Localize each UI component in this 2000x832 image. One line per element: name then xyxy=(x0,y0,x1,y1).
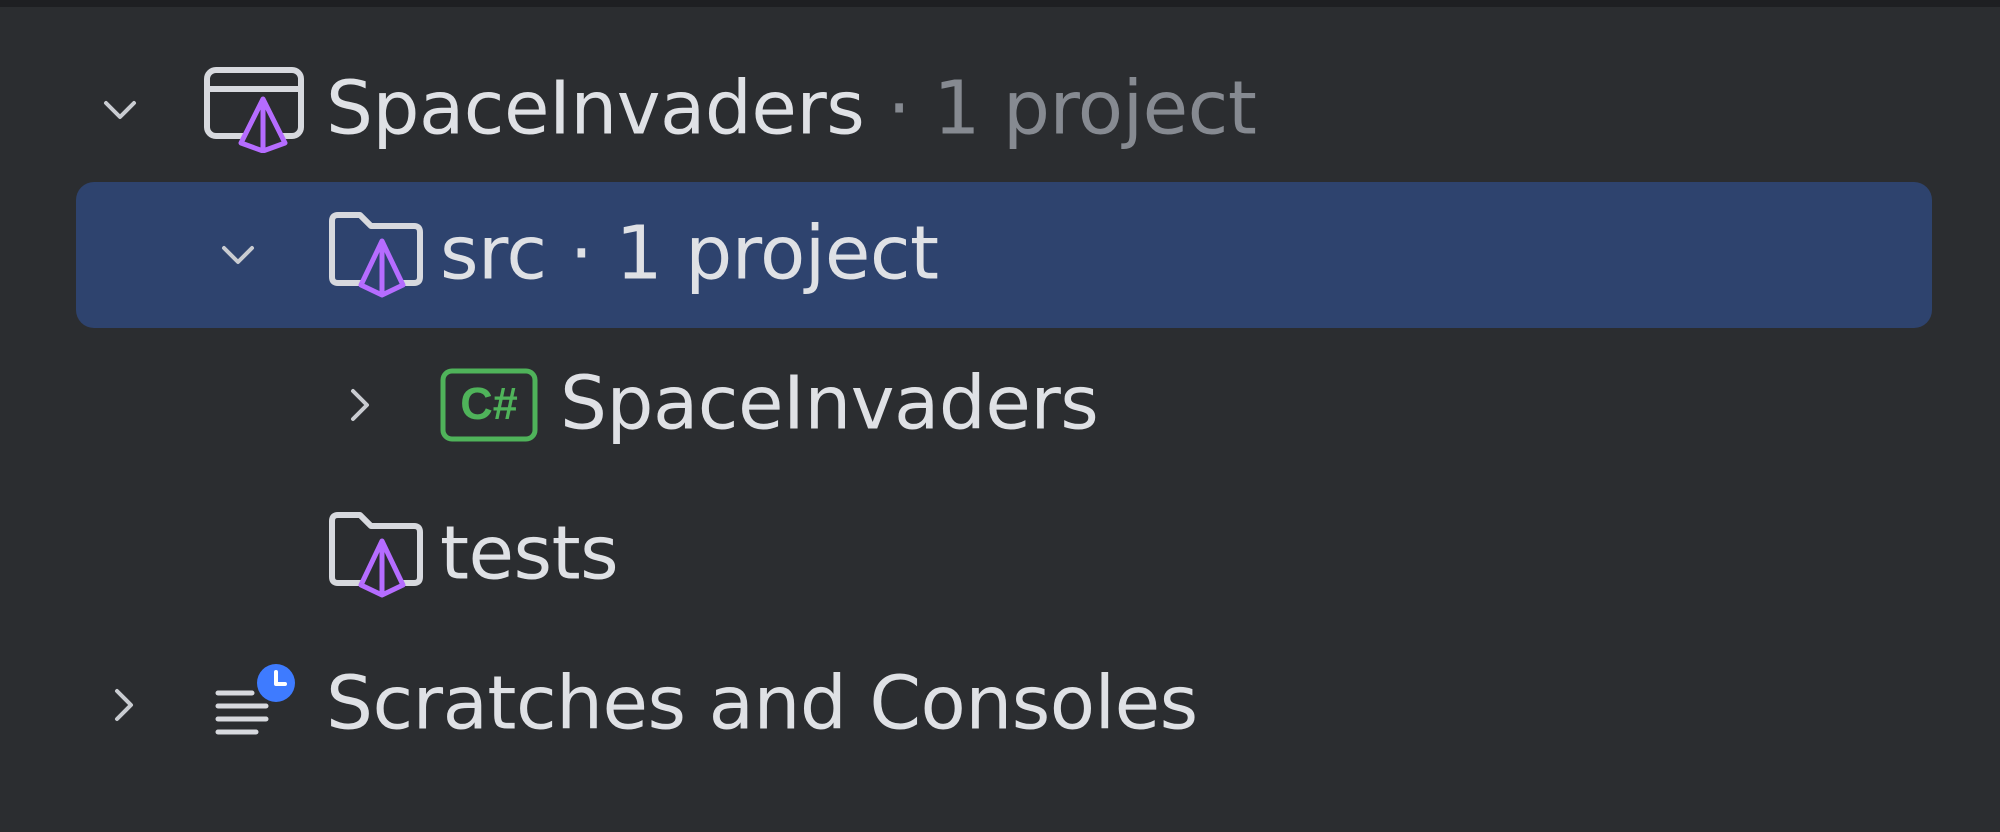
scratches-icon xyxy=(214,663,298,747)
project-tree: SpaceInvaders · 1 project src · 1 projec… xyxy=(0,0,2000,832)
tree-item-label: src · 1 project xyxy=(440,217,939,291)
project-count: · 1 project xyxy=(546,210,940,297)
solution-name: SpaceInvaders xyxy=(326,65,865,152)
tree-item-src-folder[interactable]: src · 1 project xyxy=(76,182,1932,328)
chevron-down-icon[interactable] xyxy=(98,88,142,132)
solution-folder-icon xyxy=(328,511,424,599)
csharp-project-icon: C# xyxy=(440,368,538,442)
project-name: SpaceInvaders xyxy=(560,360,1099,447)
tree-item-solution[interactable]: SpaceInvaders · 1 project xyxy=(76,37,1932,183)
chevron-right-icon[interactable] xyxy=(102,683,146,727)
solution-folder-icon xyxy=(328,211,424,299)
chevron-down-icon[interactable] xyxy=(216,233,260,277)
tree-item-tests-folder[interactable]: tests xyxy=(76,482,1932,628)
folder-name: src xyxy=(440,210,547,297)
chevron-right-icon[interactable] xyxy=(338,383,382,427)
project-count: · 1 project xyxy=(864,65,1257,152)
tree-item-label: tests xyxy=(440,517,619,591)
tree-item-label: SpaceInvaders xyxy=(560,367,1099,441)
tree-item-label: SpaceInvaders · 1 project xyxy=(326,72,1257,146)
folder-name: tests xyxy=(440,510,619,597)
scratches-label: Scratches and Consoles xyxy=(326,660,1198,747)
csharp-icon-text: C# xyxy=(460,378,518,429)
tree-item-label: Scratches and Consoles xyxy=(326,667,1198,741)
tree-item-scratches-and-consoles[interactable]: Scratches and Consoles xyxy=(76,632,1932,778)
solution-icon xyxy=(204,67,308,153)
tree-item-csharp-project[interactable]: C# SpaceInvaders xyxy=(76,332,1932,478)
